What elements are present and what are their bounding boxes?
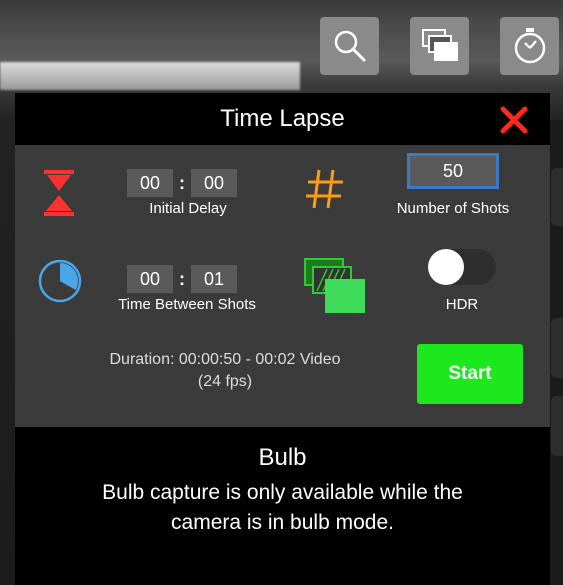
duration-summary: Duration: 00:00:50 - 00:02 Video (24 fps… — [55, 349, 395, 393]
time-separator: : — [179, 172, 185, 193]
bulb-info: Bulb Bulb capture is only available whil… — [15, 427, 550, 585]
layers-icon — [421, 29, 458, 61]
start-button[interactable]: Start — [417, 344, 523, 404]
initial-delay-label: Initial Delay — [149, 200, 227, 217]
bulb-description-line: camera is in bulb mode. — [171, 511, 394, 534]
time-between-shots-label: Time Between Shots — [118, 296, 256, 313]
time-separator: : — [179, 268, 185, 289]
background-control — [551, 396, 563, 456]
layers-button[interactable] — [410, 17, 469, 75]
background-highlight — [0, 62, 300, 90]
time-lapse-panel: Time Lapse 00 : 00 Initial Delay 50 Numb… — [15, 93, 550, 585]
time-between-seconds[interactable]: 01 — [191, 265, 237, 293]
duration-fps: (24 fps) — [197, 373, 253, 390]
interval-clock-icon — [38, 259, 82, 303]
hdr-frames-icon — [304, 258, 365, 313]
panel-title: Time Lapse — [220, 105, 345, 132]
timer-icon — [514, 28, 545, 64]
bulb-title: Bulb — [258, 444, 307, 471]
background-control — [551, 318, 563, 378]
hdr-toggle[interactable] — [428, 249, 496, 285]
initial-delay-seconds[interactable]: 00 — [191, 169, 237, 197]
number-of-shots-input[interactable]: 50 — [407, 153, 499, 189]
hdr-toggle-knob — [428, 249, 464, 285]
search-icon — [334, 30, 365, 62]
hourglass-icon — [44, 170, 74, 216]
timer-button[interactable] — [500, 17, 559, 75]
time-between-minutes[interactable]: 00 — [127, 265, 173, 293]
hash-icon — [306, 169, 343, 209]
duration-text: Duration: 00:00:50 - 00:02 Video — [109, 351, 341, 368]
close-icon[interactable] — [500, 106, 528, 134]
initial-delay-field: 00 : 00 — [127, 169, 237, 197]
bulb-description-line: Bulb capture is only available while the — [102, 481, 463, 504]
background-control — [551, 168, 563, 226]
panel-header: Time Lapse — [15, 93, 550, 145]
search-button[interactable] — [320, 17, 379, 75]
time-between-shots-field: 00 : 01 — [127, 265, 237, 293]
top-toolbar — [320, 17, 559, 75]
hdr-label: HDR — [445, 296, 479, 313]
bulb-description: Bulb capture is only available while the… — [15, 478, 550, 538]
initial-delay-minutes[interactable]: 00 — [127, 169, 173, 197]
number-of-shots-label: Number of Shots — [396, 200, 510, 217]
